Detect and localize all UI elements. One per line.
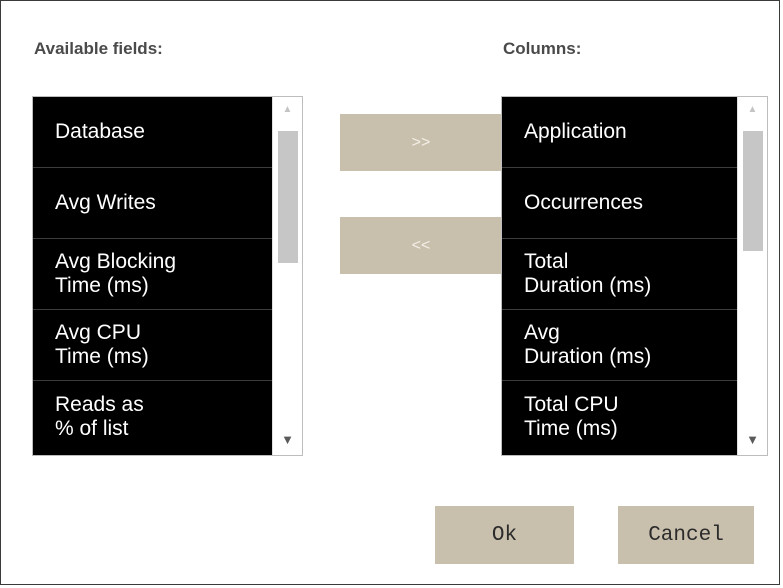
available-field-item[interactable]: Avg CPU Time (ms) xyxy=(33,310,273,381)
column-item[interactable]: Total CPU Time (ms) xyxy=(502,381,738,452)
column-item[interactable]: Avg Duration (ms) xyxy=(502,310,738,381)
scroll-up-arrow-icon[interactable]: ▲ xyxy=(273,101,302,119)
column-item[interactable]: Occurrences xyxy=(502,168,738,239)
remove-column-button[interactable]: << xyxy=(340,217,502,274)
columns-label: Columns: xyxy=(503,39,582,58)
scroll-thumb[interactable] xyxy=(278,131,298,263)
ok-button[interactable]: Ok xyxy=(435,506,574,564)
column-item[interactable]: Total Duration (ms) xyxy=(502,239,738,310)
scroll-down-arrow-icon[interactable]: ▼ xyxy=(273,431,302,449)
available-field-item[interactable]: Reads as % of list xyxy=(33,381,273,452)
add-column-button[interactable]: >> xyxy=(340,114,502,171)
scroll-thumb[interactable] xyxy=(743,131,763,251)
available-fields-list[interactable]: Database Avg Writes Avg Blocking Time (m… xyxy=(32,96,303,456)
available-field-item[interactable]: Avg Blocking Time (ms) xyxy=(33,239,273,310)
scroll-down-arrow-icon[interactable]: ▼ xyxy=(738,431,767,449)
column-chooser-dialog: Available fields: Columns: Database Avg … xyxy=(0,0,780,585)
columns-scrollbar[interactable]: ▲ ▼ xyxy=(737,97,767,455)
cancel-button[interactable]: Cancel xyxy=(618,506,754,564)
available-field-item[interactable]: Avg Writes xyxy=(33,168,273,239)
scroll-up-arrow-icon[interactable]: ▲ xyxy=(738,101,767,119)
columns-list[interactable]: Application Occurrences Total Duration (… xyxy=(501,96,768,456)
column-item[interactable]: Application xyxy=(502,97,738,168)
available-field-item[interactable]: Database xyxy=(33,97,273,168)
available-fields-label: Available fields: xyxy=(34,39,163,58)
available-fields-scrollbar[interactable]: ▲ ▼ xyxy=(272,97,302,455)
